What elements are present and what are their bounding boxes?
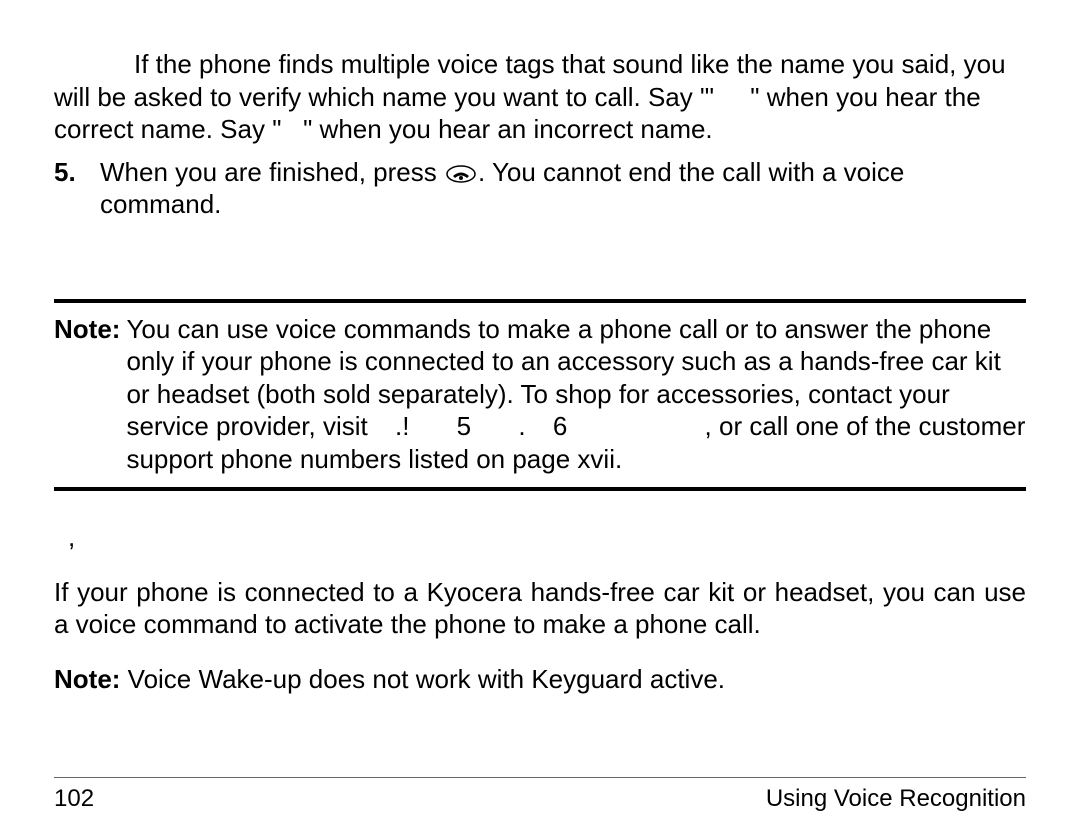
page-footer: 102 Using Voice Recognition xyxy=(54,777,1026,814)
text-before-icon: When you are finished, press xyxy=(100,157,444,187)
small-mark: , xyxy=(68,521,1026,554)
chapter-title: Using Voice Recognition xyxy=(766,784,1026,814)
note-voice-wakeup: Note: Voice Wake-up does not work with K… xyxy=(54,663,1026,696)
end-call-icon xyxy=(446,165,476,183)
paragraph-voice-tags: If the phone finds multiple voice tags t… xyxy=(54,48,1026,146)
note-text: Voice Wake-up does not work with Keyguar… xyxy=(120,664,725,694)
paragraph-text: If the phone finds multiple voice tags t… xyxy=(54,49,1006,144)
note-block-accessories: Note: You can use voice commands to make… xyxy=(54,299,1026,492)
note-text: You can use voice commands to make a pho… xyxy=(126,313,1026,476)
paragraph-handsfree: If your phone is connected to a Kyocera … xyxy=(54,576,1026,641)
list-item-5: 5. When you are finished, press . You ca… xyxy=(54,156,1026,221)
list-item-text: When you are finished, press . You canno… xyxy=(100,156,1026,221)
list-number: 5. xyxy=(54,156,100,221)
page-number: 102 xyxy=(54,784,94,814)
note-label: Note: xyxy=(54,313,120,476)
note-label: Note: xyxy=(54,664,120,694)
